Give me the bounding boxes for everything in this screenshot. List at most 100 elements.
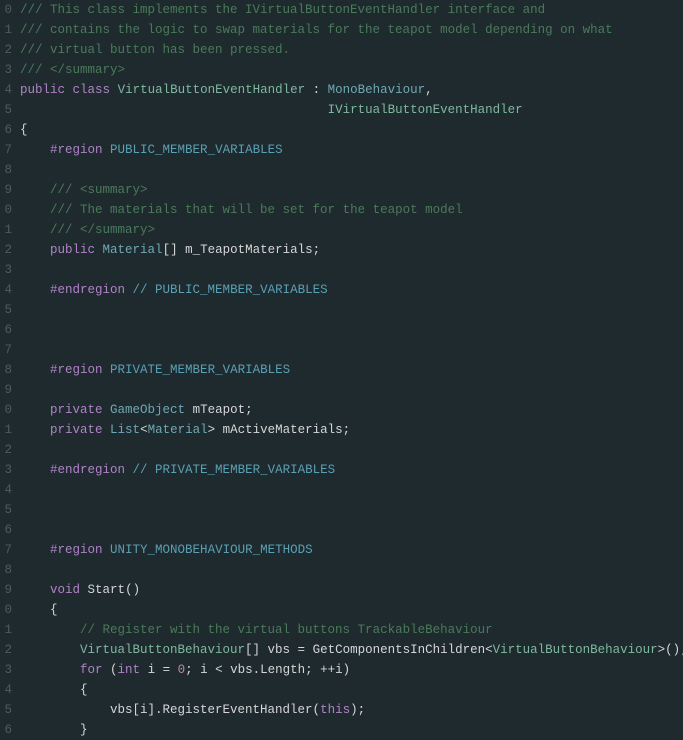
token: #region	[50, 143, 103, 157]
line-number: 6	[0, 720, 12, 740]
line-number: 2	[0, 640, 12, 660]
token: private	[50, 423, 103, 437]
code-line[interactable]: {	[20, 600, 683, 620]
token: VirtualButtonBehaviour	[80, 643, 245, 657]
token: (	[103, 663, 118, 677]
token: VirtualButtonBehaviour	[493, 643, 658, 657]
code-line[interactable]: // Register with the virtual buttons Tra…	[20, 620, 683, 640]
token: void	[50, 583, 80, 597]
token	[20, 583, 50, 597]
code-line[interactable]: /// This class implements the IVirtualBu…	[20, 0, 683, 20]
line-number: 8	[0, 360, 12, 380]
token: :	[305, 83, 328, 97]
line-number: 5	[0, 500, 12, 520]
code-line[interactable]	[20, 560, 683, 580]
line-number: 7	[0, 140, 12, 160]
line-number: 9	[0, 180, 12, 200]
code-line[interactable]: {	[20, 120, 683, 140]
code-line[interactable]: /// </summary>	[20, 60, 683, 80]
code-line[interactable]: private GameObject mTeapot;	[20, 400, 683, 420]
code-line[interactable]	[20, 300, 683, 320]
token	[103, 423, 111, 437]
token: ;	[313, 243, 321, 257]
token: class	[73, 83, 111, 97]
token	[20, 623, 80, 637]
line-number: 1	[0, 620, 12, 640]
code-line[interactable]	[20, 340, 683, 360]
code-line[interactable]	[20, 160, 683, 180]
token	[20, 203, 50, 217]
code-line[interactable]	[20, 500, 683, 520]
code-line[interactable]: VirtualButtonBehaviour[] vbs = GetCompon…	[20, 640, 683, 660]
code-line[interactable]: void Start()	[20, 580, 683, 600]
code-line[interactable]: #endregion // PRIVATE_MEMBER_VARIABLES	[20, 460, 683, 480]
code-line[interactable]: vbs[i].RegisterEventHandler(this);	[20, 700, 683, 720]
line-number: 6	[0, 520, 12, 540]
token: 0	[178, 663, 186, 677]
token: public	[20, 83, 65, 97]
token: <	[140, 423, 148, 437]
token: Material	[103, 243, 163, 257]
token: this	[320, 703, 350, 717]
code-line[interactable]: IVirtualButtonEventHandler	[20, 100, 683, 120]
token: >();	[658, 643, 683, 657]
code-line[interactable]: #region PUBLIC_MEMBER_VARIABLES	[20, 140, 683, 160]
token	[20, 103, 328, 117]
token: public	[50, 243, 95, 257]
line-number: 3	[0, 660, 12, 680]
token: ; i < vbs.Length; ++i)	[185, 663, 350, 677]
token: List	[110, 423, 140, 437]
line-number: 0	[0, 200, 12, 220]
token: [] vbs =	[245, 643, 313, 657]
token: MonoBehaviour	[328, 83, 426, 97]
code-line[interactable]	[20, 480, 683, 500]
code-line[interactable]: /// </summary>	[20, 220, 683, 240]
code-line[interactable]: public class VirtualButtonEventHandler :…	[20, 80, 683, 100]
line-number: 1	[0, 220, 12, 240]
code-line[interactable]: private List<Material> mActiveMaterials;	[20, 420, 683, 440]
token: /// contains the logic to swap materials…	[20, 23, 613, 37]
token: );	[350, 703, 365, 717]
code-line[interactable]	[20, 320, 683, 340]
code-line[interactable]: }	[20, 720, 683, 740]
code-line[interactable]	[20, 380, 683, 400]
token: ,	[425, 83, 433, 97]
line-number: 5	[0, 700, 12, 720]
token: {	[20, 683, 88, 697]
code-line[interactable]	[20, 260, 683, 280]
line-number: 7	[0, 340, 12, 360]
code-line[interactable]: /// virtual button has been pressed.	[20, 40, 683, 60]
token: VirtualButtonEventHandler	[118, 83, 306, 97]
token: []	[163, 243, 186, 257]
token	[20, 663, 80, 677]
token: int	[118, 663, 141, 677]
token: {	[20, 123, 28, 137]
token: GetComponentsInChildren	[313, 643, 486, 657]
code-line[interactable]: /// contains the logic to swap materials…	[20, 20, 683, 40]
code-line[interactable]: {	[20, 680, 683, 700]
token: #region	[50, 363, 103, 377]
line-number: 4	[0, 280, 12, 300]
code-line[interactable]: #endregion // PUBLIC_MEMBER_VARIABLES	[20, 280, 683, 300]
token: UNITY_MONOBEHAVIOUR_METHODS	[110, 543, 313, 557]
code-line[interactable]: public Material[] m_TeapotMaterials;	[20, 240, 683, 260]
line-number: 0	[0, 600, 12, 620]
code-line[interactable]	[20, 440, 683, 460]
token: PUBLIC_MEMBER_VARIABLES	[110, 143, 283, 157]
line-number: 1	[0, 20, 12, 40]
code-line[interactable]: #region PRIVATE_MEMBER_VARIABLES	[20, 360, 683, 380]
token: #endregion	[50, 283, 125, 297]
code-line[interactable]: for (int i = 0; i < vbs.Length; ++i)	[20, 660, 683, 680]
code-line[interactable]: /// The materials that will be set for t…	[20, 200, 683, 220]
token: mTeapot;	[185, 403, 253, 417]
code-area[interactable]: /// This class implements the IVirtualBu…	[16, 0, 683, 590]
code-line[interactable]: #region UNITY_MONOBEHAVIOUR_METHODS	[20, 540, 683, 560]
token: <	[485, 643, 493, 657]
code-line[interactable]	[20, 520, 683, 540]
token	[20, 243, 50, 257]
code-line[interactable]: /// <summary>	[20, 180, 683, 200]
code-editor[interactable]: 0123456789012345678901234567890123456 //…	[0, 0, 683, 590]
token	[20, 463, 50, 477]
line-number: 5	[0, 300, 12, 320]
token	[103, 403, 111, 417]
